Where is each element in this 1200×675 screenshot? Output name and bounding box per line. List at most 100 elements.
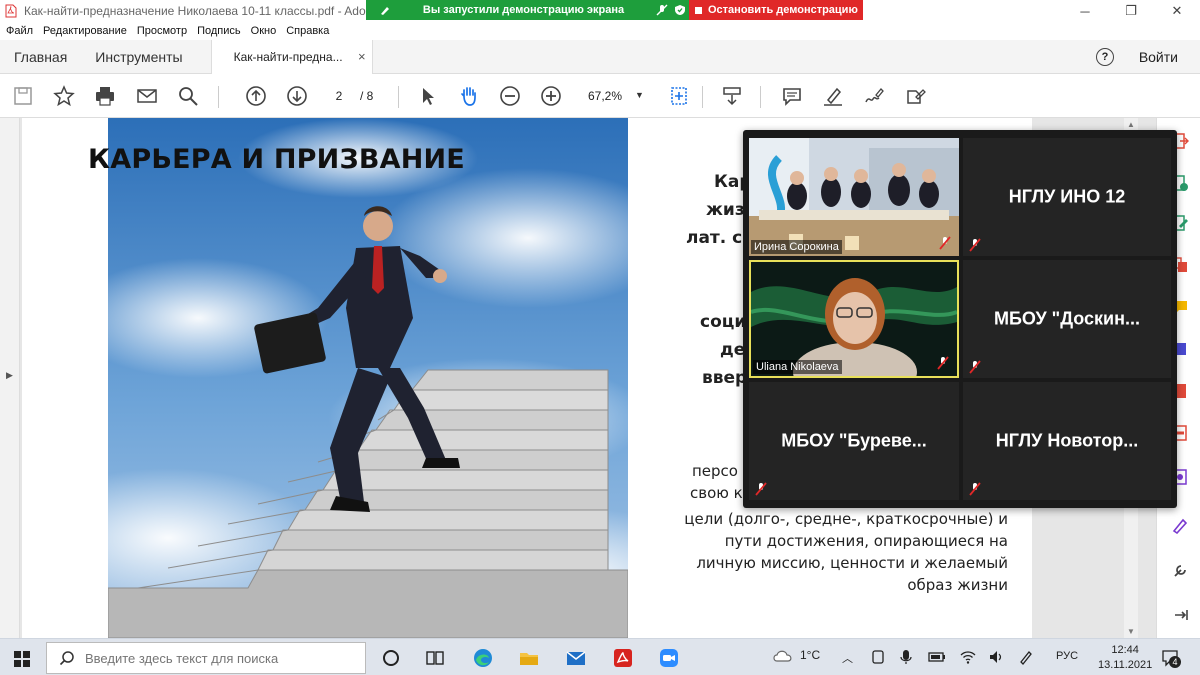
participant-name: МБОУ "Доскин... xyxy=(994,308,1140,329)
save-icon[interactable] xyxy=(11,84,35,108)
login-button[interactable]: Войти xyxy=(1139,49,1178,65)
participant-tile[interactable]: Ирина Сорокина xyxy=(749,138,959,256)
toolbar-divider xyxy=(760,86,761,108)
volume-icon[interactable] xyxy=(988,649,1004,665)
wifi-icon[interactable] xyxy=(960,649,976,665)
microphone-icon[interactable] xyxy=(898,649,914,665)
more-tools-icon[interactable] xyxy=(1171,562,1189,580)
taskbar-search-box[interactable] xyxy=(46,642,366,674)
screen-share-banner: Вы запустили демонстрацию экрана Останов… xyxy=(366,0,863,20)
mic-muted-icon xyxy=(969,360,981,374)
menu-window[interactable]: Окно xyxy=(251,25,277,37)
fit-page-icon[interactable] xyxy=(668,84,692,108)
comment-icon[interactable] xyxy=(780,84,804,108)
print-icon[interactable] xyxy=(93,84,117,108)
stop-share-label: Остановить демонстрацию xyxy=(708,4,858,16)
page-number-input[interactable] xyxy=(322,86,356,106)
zoom-out-icon[interactable] xyxy=(498,84,522,108)
participant-tile-active[interactable]: Uliana Nikolaeva xyxy=(749,260,959,378)
mic-muted-icon xyxy=(937,356,949,370)
pen-workspace-icon[interactable] xyxy=(1018,649,1034,665)
clock-date: 13.11.2021 xyxy=(1098,659,1153,671)
slide-text-line: соци xyxy=(700,312,747,332)
select-cursor-icon[interactable] xyxy=(416,84,440,108)
stop-share-button[interactable]: Остановить демонстрацию xyxy=(689,0,863,20)
pdf-app-icon xyxy=(5,4,17,18)
tab-home[interactable]: Главная xyxy=(0,49,81,65)
scroll-mode-icon[interactable] xyxy=(720,84,744,108)
zoom-video-panel[interactable]: Ирина Сорокина НГЛУ ИНО 12 Uliana Nikola… xyxy=(743,130,1177,508)
collapse-panel-icon[interactable] xyxy=(1171,606,1189,624)
input-language[interactable]: РУС xyxy=(1056,650,1078,662)
career-illustration xyxy=(108,118,628,638)
windows-start-icon[interactable] xyxy=(14,651,30,667)
slide-title: КАРЬЕРА И ПРИЗВАНИЕ xyxy=(88,144,465,175)
tab-tools[interactable]: Инструменты xyxy=(81,49,196,65)
next-page-icon[interactable] xyxy=(285,84,309,108)
system-clock[interactable]: 12:44 13.11.2021 xyxy=(1098,643,1152,673)
zoom-in-icon[interactable] xyxy=(539,84,563,108)
file-explorer-icon[interactable] xyxy=(518,647,540,669)
fill-sign-icon[interactable] xyxy=(903,84,927,108)
temperature: 1°C xyxy=(800,648,821,662)
acrobat-reader-icon[interactable] xyxy=(612,647,634,669)
signature-icon[interactable] xyxy=(862,84,886,108)
class-video-feed xyxy=(749,138,959,256)
edge-browser-icon[interactable] xyxy=(472,647,494,669)
participant-tile[interactable]: МБОУ "Доскин... xyxy=(963,260,1171,378)
scroll-up-icon[interactable]: ▲ xyxy=(1127,120,1135,129)
paragraph-line: личную миссию, ценности и желаемый xyxy=(696,554,1008,572)
tray-chevron-icon[interactable]: ︿ xyxy=(842,650,853,666)
email-icon[interactable] xyxy=(135,84,159,108)
toolbar-divider xyxy=(218,86,219,108)
participant-name: НГЛУ ИНО 12 xyxy=(1008,186,1126,207)
paragraph-line: пути достижения, опирающиеся на xyxy=(724,532,1008,550)
close-tab-icon[interactable]: × xyxy=(358,49,366,64)
zoom-dropdown-icon[interactable]: ▼ xyxy=(635,90,644,100)
zoom-app-icon[interactable] xyxy=(658,647,680,669)
menu-view[interactable]: Просмотр xyxy=(137,25,187,37)
notification-center-icon[interactable]: 4 xyxy=(1160,648,1181,668)
menu-edit[interactable]: Редактирование xyxy=(43,25,127,37)
scroll-down-icon[interactable]: ▼ xyxy=(1127,627,1135,636)
zoom-level[interactable]: 67,2% xyxy=(588,89,622,103)
close-window-button[interactable]: ✕ xyxy=(1154,0,1200,22)
menu-sign[interactable]: Подпись xyxy=(197,25,241,37)
mic-muted-icon[interactable] xyxy=(656,4,668,16)
fill-sign-tool-icon[interactable] xyxy=(1171,516,1189,534)
highlight-pen-icon[interactable] xyxy=(821,84,845,108)
shield-icon[interactable] xyxy=(674,4,686,16)
expand-left-panel-icon[interactable]: ▶ xyxy=(6,370,13,381)
slide-text-line: жиз xyxy=(706,200,745,220)
page-total: / 8 xyxy=(360,89,374,103)
participant-tile[interactable]: НГЛУ ИНО 12 xyxy=(963,138,1171,256)
help-icon[interactable]: ? xyxy=(1096,47,1114,66)
menu-file[interactable]: Файл xyxy=(6,25,33,37)
tabs-row: Главная Инструменты Как-найти-предна... … xyxy=(0,39,1200,74)
prev-page-icon[interactable] xyxy=(244,84,268,108)
tab-document-label: Как-найти-предна... xyxy=(233,49,343,64)
tray-app-icon[interactable] xyxy=(870,649,886,665)
share-status-text: Вы запустили демонстрацию экрана xyxy=(422,4,625,16)
battery-icon[interactable] xyxy=(928,649,946,665)
task-view-icon[interactable] xyxy=(424,647,446,669)
minimize-button[interactable]: ─ xyxy=(1062,0,1108,22)
weather-widget[interactable]: 1°C xyxy=(772,647,820,663)
window-title: Как-найти-предназначение Николаева 10-11… xyxy=(24,4,396,18)
career-stairs-image xyxy=(108,118,628,638)
share-status: Вы запустили демонстрацию экрана xyxy=(366,0,689,20)
participant-tile[interactable]: МБОУ "Буреве... xyxy=(749,382,959,500)
taskbar-search-input[interactable] xyxy=(85,650,355,666)
participant-tile[interactable]: НГЛУ Новотор... xyxy=(963,382,1171,500)
search-icon[interactable] xyxy=(176,84,200,108)
bookmark-star-icon[interactable] xyxy=(52,84,76,108)
mic-muted-icon xyxy=(755,482,767,496)
cortana-icon[interactable] xyxy=(380,647,402,669)
menu-help[interactable]: Справка xyxy=(286,25,329,37)
tab-document[interactable]: Как-найти-предна... × xyxy=(210,39,373,74)
mail-app-icon[interactable] xyxy=(565,647,587,669)
toolbar: / 8 67,2% ▼ xyxy=(0,74,1200,118)
maximize-button[interactable]: ❐ xyxy=(1108,0,1154,22)
hand-tool-icon[interactable] xyxy=(457,84,481,108)
left-panel-toggle[interactable]: ▶ xyxy=(0,118,20,638)
